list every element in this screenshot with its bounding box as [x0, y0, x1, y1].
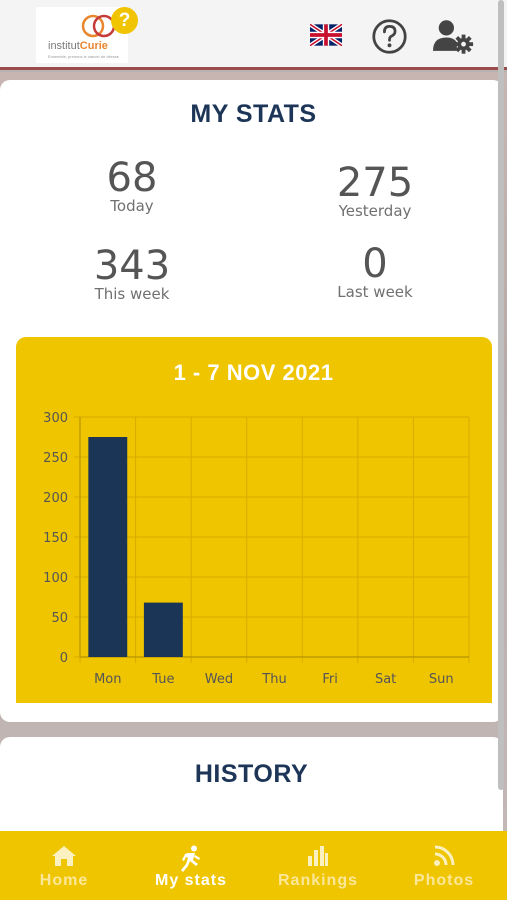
bar-mon	[88, 437, 128, 657]
y-tick-label: 150	[43, 531, 68, 546]
x-tick-label-sat: Sat	[375, 672, 396, 687]
nav-home-label: Home	[39, 872, 89, 889]
nav-my-stats-label: My stats	[154, 872, 228, 889]
x-tick-label-mon: Mon	[94, 672, 121, 687]
nav-my-stats[interactable]: My stats	[142, 831, 240, 900]
scrollbar[interactable]	[498, 0, 504, 790]
y-tick-label: 250	[43, 451, 68, 466]
rss-feed-icon	[434, 845, 455, 866]
x-tick-label-fri: Fri	[322, 672, 338, 687]
x-tick-label-wed: Wed	[205, 672, 233, 687]
y-tick-label: 100	[43, 571, 68, 586]
x-tick-label-sun: Sun	[429, 672, 454, 687]
nav-rankings[interactable]: Rankings	[268, 831, 368, 900]
x-tick-label-tue: Tue	[151, 672, 174, 687]
y-tick-label: 200	[43, 491, 68, 506]
bar-tue	[143, 602, 183, 657]
nav-photos-label: Photos	[413, 872, 475, 889]
running-person-icon	[181, 845, 200, 872]
bottom-nav: Home My stats Rankings Photos	[0, 831, 507, 900]
nav-photos[interactable]: Photos	[396, 831, 492, 900]
y-tick-label: 50	[51, 611, 68, 626]
nav-rankings-label: Rankings	[277, 872, 358, 889]
y-tick-label: 0	[60, 651, 68, 666]
weekly-bar-chart: 0 50 100 150 200 250 300 Mon Tue Wed Thu Fri Sat Sun	[43, 411, 470, 687]
nav-home[interactable]: Home	[16, 831, 112, 900]
history-title: HISTORY	[194, 760, 309, 788]
bar-chart-icon	[308, 846, 328, 866]
home-icon	[52, 846, 76, 866]
y-tick-label: 300	[43, 411, 68, 426]
x-tick-label-thu: Thu	[261, 672, 286, 687]
